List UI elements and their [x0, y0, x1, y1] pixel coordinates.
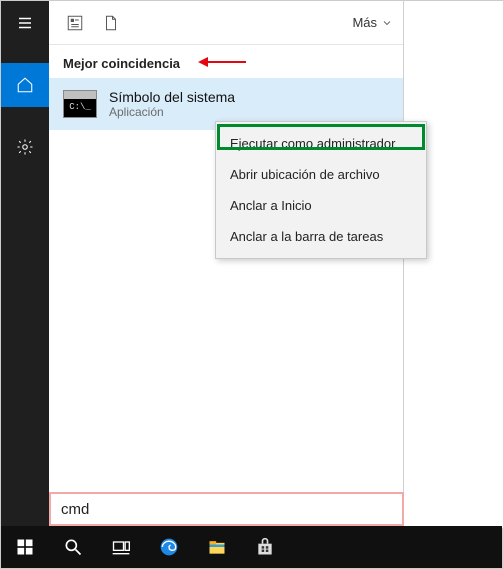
cm-pin-to-start[interactable]: Anclar a Inicio [216, 190, 426, 221]
apps-filter-icon[interactable] [59, 7, 91, 39]
annotation-arrow-icon [198, 55, 248, 72]
task-view-button[interactable] [97, 526, 145, 568]
start-button[interactable] [1, 526, 49, 568]
start-sidebar [1, 1, 49, 528]
search-box[interactable] [49, 492, 404, 526]
panel-toolbar: Más [49, 1, 403, 45]
search-taskbar-button[interactable] [49, 526, 97, 568]
file-explorer-button[interactable] [193, 526, 241, 568]
cm-pin-to-taskbar[interactable]: Anclar a la barra de tareas [216, 221, 426, 252]
result-title: Símbolo del sistema [109, 89, 235, 105]
cm-run-as-admin[interactable]: Ejecutar como administrador [216, 128, 426, 159]
more-label: Más [352, 15, 377, 30]
more-filters-dropdown[interactable]: Más [352, 15, 393, 30]
context-menu: Ejecutar como administrador Abrir ubicac… [215, 121, 427, 259]
menu-button[interactable] [1, 1, 49, 45]
store-button[interactable] [241, 526, 289, 568]
cm-open-file-location[interactable]: Abrir ubicación de archivo [216, 159, 426, 190]
home-button[interactable] [1, 63, 49, 107]
result-text: Símbolo del sistema Aplicación [109, 89, 235, 119]
documents-filter-icon[interactable] [95, 7, 127, 39]
taskbar [1, 526, 502, 568]
best-match-header: Mejor coincidencia [49, 45, 403, 78]
result-subtitle: Aplicación [109, 105, 235, 119]
cmd-icon: C:\_ [63, 90, 97, 118]
settings-button[interactable] [1, 125, 49, 169]
search-input[interactable] [61, 501, 392, 518]
chevron-down-icon [381, 17, 393, 29]
search-results-panel: Más Mejor coincidencia C:\_ Símbolo del … [49, 1, 404, 528]
edge-browser-button[interactable] [145, 526, 193, 568]
right-padding [404, 1, 503, 528]
best-match-label: Mejor coincidencia [63, 56, 180, 71]
